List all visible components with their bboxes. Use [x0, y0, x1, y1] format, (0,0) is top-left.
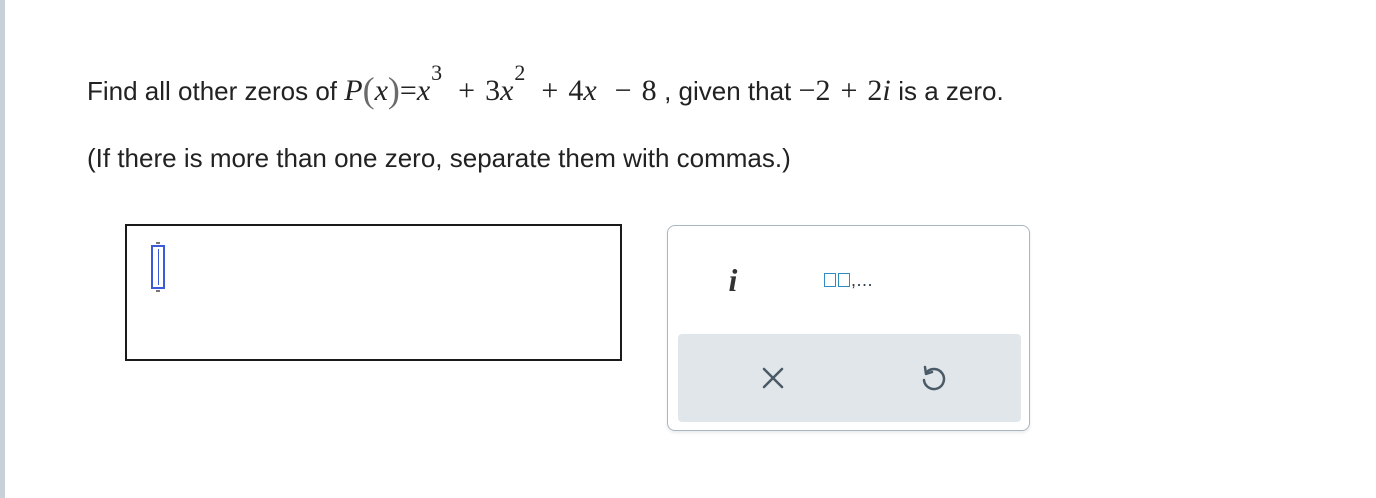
action-bar	[678, 334, 1021, 422]
term2-base: x	[500, 74, 514, 107]
list-button[interactable]: ,...	[798, 254, 898, 306]
input-cursor-placeholder	[151, 242, 165, 292]
function-name: P	[344, 74, 363, 107]
imaginary-unit-button[interactable]: i	[698, 254, 768, 306]
term3-variable: x	[583, 74, 597, 107]
imaginary-unit-label: i	[728, 261, 738, 298]
left-edge-bar	[0, 0, 5, 498]
given-text: , given that	[664, 76, 792, 106]
text-cursor	[158, 249, 159, 285]
question-suffix: is a zero.	[898, 76, 1004, 106]
undo-button[interactable]	[898, 352, 968, 404]
term1-exponent: 3	[431, 60, 443, 85]
polynomial-expression: P(x)=x3+ 3x2+ 4x −8	[344, 60, 664, 110]
open-paren: (	[362, 70, 375, 110]
list-label: ,...	[850, 269, 873, 290]
term1-base: x	[416, 74, 431, 107]
answer-input[interactable]	[125, 224, 622, 361]
constant-term: 8	[641, 74, 657, 107]
instruction-text: (If there is more than one zero, separat…	[87, 143, 791, 173]
plus-sign-1: +	[458, 74, 476, 107]
term3-coefficient: 4	[568, 74, 584, 107]
given-zero-expression: −2 +2i	[799, 74, 899, 107]
given-sign: −	[798, 74, 816, 107]
function-variable: x	[374, 74, 388, 107]
list-box-1	[823, 273, 836, 287]
plus-sign-2: +	[541, 74, 559, 107]
undo-icon	[922, 365, 946, 391]
term2-coefficient: 3	[485, 74, 501, 107]
minus-sign: −	[614, 74, 632, 107]
given-real-part: 2	[815, 74, 831, 107]
given-imag-unit: i	[882, 74, 891, 107]
math-palette: i ,...	[667, 225, 1030, 431]
given-imag-coefficient: 2	[867, 74, 883, 107]
term2-exponent: 2	[514, 60, 526, 85]
list-box-2	[837, 273, 850, 287]
clear-button[interactable]	[738, 352, 808, 404]
equals-sign: =	[399, 74, 417, 107]
question-prefix: Find all other zeros of	[87, 76, 338, 106]
close-icon	[762, 367, 784, 389]
close-paren: )	[387, 70, 400, 110]
question-text: Find all other zeros of P(x)=x3+ 3x2+ 4x −8…	[87, 58, 1004, 123]
plus-sign-3: +	[840, 74, 858, 107]
